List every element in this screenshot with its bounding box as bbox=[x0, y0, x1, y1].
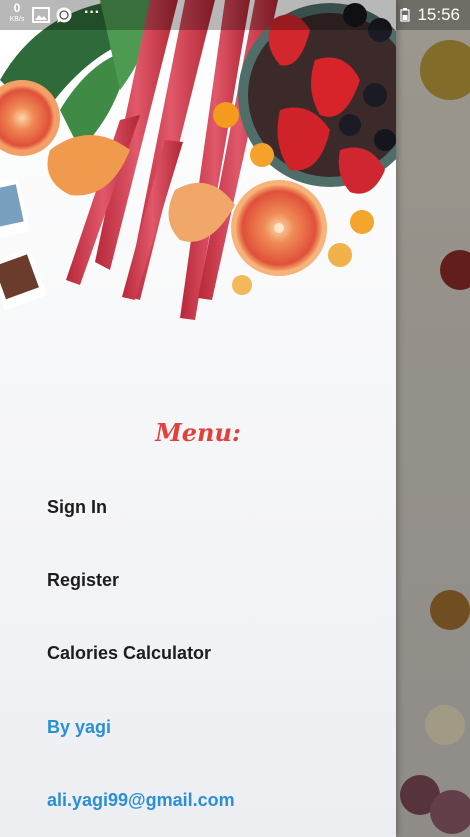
network-speed-value: 0 bbox=[13, 1, 21, 15]
drawer-header-image bbox=[0, 0, 396, 320]
menu-item-calories-calculator[interactable]: Calories Calculator bbox=[47, 643, 211, 664]
menu-item-register[interactable]: Register bbox=[47, 570, 119, 591]
network-speed: 0 KB/s bbox=[6, 1, 28, 24]
background-fruit-deco bbox=[425, 705, 465, 745]
menu-title: Menu: bbox=[155, 418, 241, 447]
status-bar: 0 KB/s ··· 15:56 bbox=[0, 0, 470, 30]
network-speed-unit: KB/s bbox=[9, 16, 25, 23]
navigation-drawer: Menu: Sign In Register Calories Calculat… bbox=[0, 0, 396, 837]
background-fruit-deco bbox=[430, 590, 470, 630]
image-notification-icon bbox=[32, 6, 50, 29]
battery-icon bbox=[400, 8, 410, 27]
background-fruit-deco bbox=[430, 790, 470, 834]
more-notifications-icon: ··· bbox=[84, 4, 100, 21]
whatsapp-icon bbox=[55, 6, 73, 29]
author-link[interactable]: By yagi bbox=[47, 717, 111, 738]
email-link[interactable]: ali.yagi99@gmail.com bbox=[47, 790, 235, 811]
menu-item-sign-in[interactable]: Sign In bbox=[47, 497, 107, 518]
status-clock: 15:56 bbox=[417, 5, 460, 24]
